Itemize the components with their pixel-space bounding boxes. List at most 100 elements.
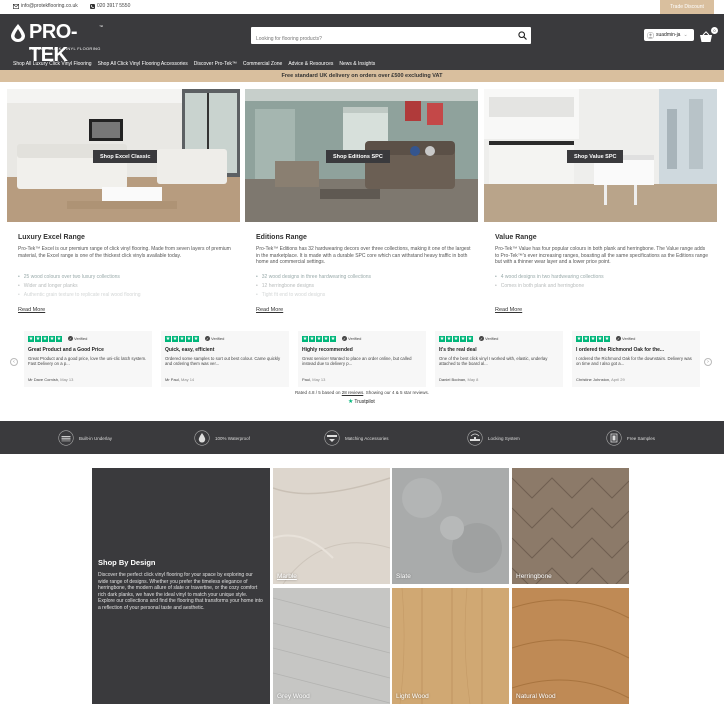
top-bar: info@protekflooring.co.uk 020 3917 5550 … [0,0,724,14]
excel-room-image[interactable]: Shop Excel Classic [7,89,240,222]
verified-label: Verified [485,336,499,341]
tile-label: Natural Wood [516,693,556,700]
range-description: Pro-Tek™ Excel is our premium range of c… [18,246,231,259]
shop-value-button[interactable]: Shop Value SPC [567,150,624,163]
search-input[interactable] [251,30,506,48]
review-body: Ordered some samples to sort out best co… [165,356,281,367]
brand-trademark: ™ [99,24,103,29]
user-avatar-icon [647,31,654,39]
reviews-count-link[interactable]: 28 reviews [342,390,364,395]
verified-badge: ✓ Verified [205,336,224,341]
delivery-promo-banner: Free standard UK delivery on orders over… [0,70,724,82]
shop-excel-button[interactable]: Shop Excel Classic [93,150,158,163]
verified-label: Verified [348,336,362,341]
check-icon: ✓ [342,336,347,341]
star-icon: ★ [467,336,473,342]
review-author: Mr Dave Cornish, May 13 [28,377,73,382]
star-icon: ★ [316,336,322,342]
tile-label: Light Wood [396,693,429,700]
trustpilot-label: Trustpilot [354,398,375,405]
nav-item-discover[interactable]: Discover Pro-Tek™ [194,61,237,67]
locking-system-icon [467,430,483,446]
verified-label: Verified [211,336,225,341]
list-item: 12 herringbone designs [256,282,371,291]
tile-label: Herringbone [516,573,552,580]
verified-label: Verified [622,336,636,341]
nav-item-commercial[interactable]: Commercial Zone [243,61,282,67]
water-drop-logo-icon [11,24,25,42]
design-tile-slate[interactable]: Slate [392,468,509,584]
value-room-image[interactable]: Shop Value SPC [484,89,717,222]
verified-badge: ✓ Verified [616,336,635,341]
nav-item-shop-all-vinyl[interactable]: Shop All Luxury Click Vinyl Flooring [13,61,92,67]
editions-room-image[interactable]: Shop Editions SPC [245,89,478,222]
review-body: Great service! Wanted to place an order … [302,356,412,367]
feature-waterproof: 100% Waterproof [194,430,250,446]
site-logo[interactable]: PRO-TEK ™ LUXURY CLICK VINYL FLOORING [10,21,110,66]
review-body: I ordered the Richmond Oak for the downs… [576,356,692,367]
trade-discount-button[interactable]: Trade Discount [660,0,714,14]
design-tile-light-wood[interactable]: Light Wood [392,588,509,704]
star-icon: ★ [460,336,466,342]
list-item: Comes in both plank and herringbone [495,282,604,291]
review-card[interactable]: ★ ★ ★ ★ ★ ✓ Verified Highly recommended Great… [298,331,426,387]
review-title: Quick, easy, efficient [165,347,215,353]
star-icon: ★ [597,336,603,342]
light-wood-texture [392,588,509,704]
phone-link[interactable]: 020 3917 5550 [90,3,130,9]
five-star-rating: ★ ★ ★ ★ ★ [576,336,610,342]
five-star-rating: ★ ★ ★ ★ ★ [439,336,473,342]
review-card[interactable]: ★ ★ ★ ★ ★ ✓ Verified Great Product and a Good… [24,331,152,387]
nav-item-advice[interactable]: Advice & Resources [288,61,333,67]
verified-badge: ✓ Verified [479,336,498,341]
range-bullets: 32 wood designs in three hardwearing col… [256,273,371,300]
review-date: May 13 [60,377,74,382]
check-icon: ✓ [205,336,210,341]
nav-item-shop-accessories[interactable]: Shop All Click Vinyl Flooring Accessorie… [98,61,188,67]
design-tile-natural-wood[interactable]: Natural Wood [512,588,629,704]
read-more-link[interactable]: Read More [18,307,45,313]
account-dropdown[interactable]: suadmin-ja ⌄ [644,29,694,41]
shop-by-design-card: Shop By Design Discover the perfect clic… [92,468,270,704]
list-item: Authentic grain texture to replicate rea… [18,291,141,300]
read-more-link[interactable]: Read More [256,307,283,313]
trustpilot-logo[interactable]: ★ Trustpilot [348,398,375,406]
verified-badge: ✓ Verified [68,336,87,341]
star-icon: ★ [186,336,192,342]
verified-badge: ✓ Verified [342,336,361,341]
star-icon: ★ [302,336,308,342]
chevron-left-icon: ‹ [13,359,15,365]
star-icon: ★ [453,336,459,342]
star-icon: ★ [179,336,185,342]
range-bullets: 4 wood designs in two hardwearing collec… [495,273,604,291]
review-date: May 14 [181,377,195,382]
design-tile-herringbone[interactable]: Herringbone [512,468,629,584]
five-star-rating: ★ ★ ★ ★ ★ [165,336,199,342]
account-name: suadmin-ja [656,32,681,38]
star-icon: ★ [330,336,336,342]
review-card[interactable]: ★ ★ ★ ★ ★ ✓ Verified Quick, easy, efficient O… [161,331,289,387]
star-icon: ★ [576,336,582,342]
review-card[interactable]: ★ ★ ★ ★ ★ ✓ Verified I ordered the Richmond O… [572,331,700,387]
reviews-next-button[interactable]: › [704,358,712,366]
cart-button[interactable]: 0 [699,27,718,42]
review-card[interactable]: ★ ★ ★ ★ ★ ✓ Verified It's the real deal One o… [435,331,563,387]
water-drop-icon [194,430,210,446]
email-text: info@protekflooring.co.uk [21,3,78,9]
review-title: Great Product and a Good Price [28,347,104,353]
rating-summary-suffix: . Showing our 4 & 5 star reviews. [363,390,430,395]
section-description: Discover the perfect click vinyl floorin… [98,572,263,611]
reviews-prev-button[interactable]: ‹ [10,358,18,366]
design-tile-grey-wood[interactable]: Grey Wood [273,588,390,704]
range-card-value: Shop Value SPC Value Range Pro-Tek™ Valu… [484,89,717,313]
search-icon[interactable] [518,31,527,40]
range-bullets: 25 wood colours over two luxury collecti… [18,273,141,300]
shop-editions-button[interactable]: Shop Editions SPC [326,150,390,163]
read-more-link[interactable]: Read More [495,307,522,313]
email-link[interactable]: info@protekflooring.co.uk [13,3,78,9]
review-author: Daniel Bodnan, May 8 [439,377,478,382]
design-tile-marble[interactable]: Marble [273,468,390,584]
feature-label: Matching Accessories [345,435,389,441]
main-nav: Shop All Luxury Click Vinyl Flooring Sho… [13,61,381,67]
nav-item-news[interactable]: News & Insights [339,61,375,67]
